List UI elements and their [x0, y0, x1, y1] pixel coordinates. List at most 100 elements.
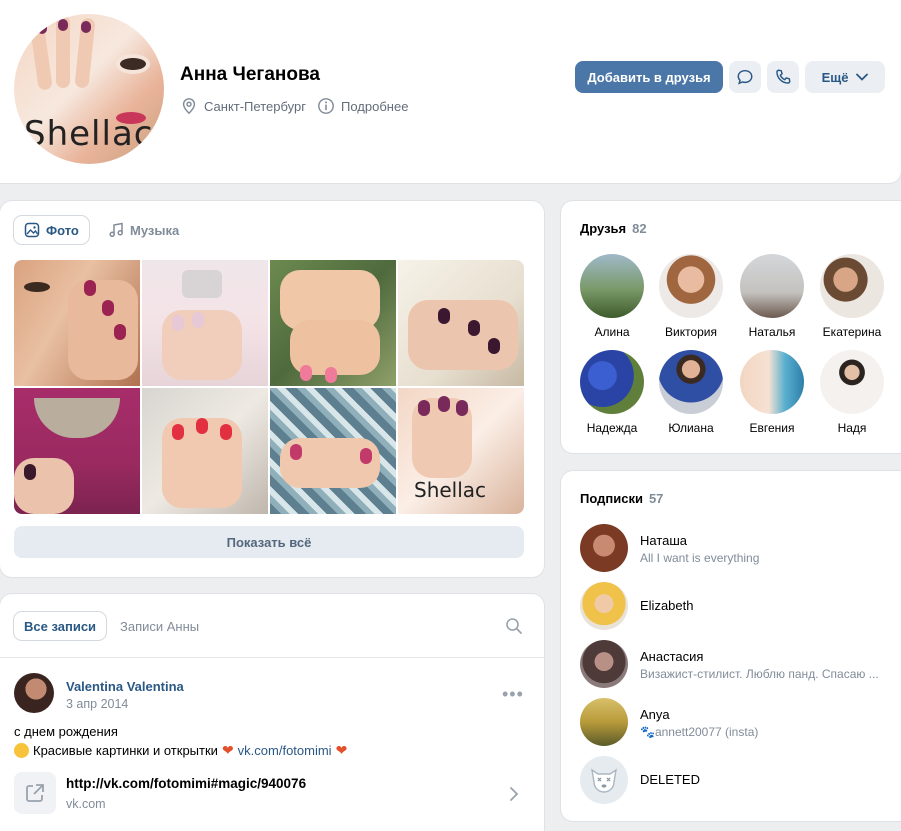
- subscription-name: DELETED: [640, 772, 700, 787]
- photo-thumbnail[interactable]: [270, 260, 396, 386]
- friend-item[interactable]: Надя: [812, 350, 892, 435]
- friend-item[interactable]: Надежда: [572, 350, 652, 435]
- post-link[interactable]: vk.com/fotomimi: [238, 743, 332, 758]
- heart-emoji-icon: ❤: [335, 742, 348, 758]
- subscription-item[interactable]: Anya 🐾annett20077 (insta): [580, 698, 900, 746]
- subscription-item[interactable]: DELETED: [580, 756, 900, 804]
- subscription-item[interactable]: Наташа All I want is everything: [580, 524, 900, 572]
- music-note-icon: [109, 222, 123, 238]
- post-author[interactable]: Valentina Valentina: [66, 679, 184, 694]
- subscription-avatar: [580, 524, 628, 572]
- subscription-item[interactable]: Elizabeth: [580, 582, 900, 630]
- message-button[interactable]: [729, 61, 761, 93]
- friend-item[interactable]: Евгения: [732, 350, 812, 435]
- phone-icon: [776, 69, 791, 84]
- friend-name: Надя: [837, 421, 867, 435]
- paw-emoji-icon: 🐾: [640, 725, 655, 739]
- post-text-line: Красивые картинки и открытки ❤ vk.com/fo…: [14, 742, 347, 759]
- heart-emoji-icon: ❤: [221, 742, 234, 758]
- attachment-title[interactable]: http://vk.com/fotomimi#magic/940076: [66, 776, 306, 791]
- post-text-2: Красивые картинки и открытки: [33, 743, 218, 758]
- subscription-name: Anya: [640, 707, 670, 722]
- friends-title[interactable]: Друзья 82: [580, 221, 647, 236]
- divider: [0, 657, 544, 658]
- friend-avatar: [659, 350, 723, 414]
- chevron-down-icon: [856, 73, 869, 81]
- details-link[interactable]: Подробнее: [317, 97, 408, 115]
- subscriptions-title-label: Подписки: [580, 491, 643, 506]
- subscription-status: Визажист-стилист. Люблю панд. Спасаю ...: [640, 667, 879, 681]
- subscriptions-count: 57: [648, 491, 664, 506]
- friend-name: Надежда: [586, 421, 638, 435]
- profile-avatar[interactable]: Shellac: [14, 14, 164, 164]
- photo-thumbnail[interactable]: Shellac: [398, 388, 524, 514]
- photo-thumbnail[interactable]: [270, 388, 396, 514]
- friend-item[interactable]: Екатерина: [812, 254, 892, 339]
- friend-name: Наталья: [748, 325, 796, 339]
- friend-item[interactable]: Алина: [572, 254, 652, 339]
- subscription-status-line: 🐾annett20077 (insta): [640, 725, 758, 739]
- subscription-avatar: [580, 698, 628, 746]
- add-friend-button[interactable]: Добавить в друзья: [575, 61, 723, 93]
- friend-avatar: [580, 350, 644, 414]
- subscription-avatar: [580, 640, 628, 688]
- photo-thumbnail[interactable]: [142, 260, 268, 386]
- tab-music-label: Музыка: [130, 222, 180, 238]
- chevron-right-icon[interactable]: [508, 786, 520, 802]
- friend-name: Евгения: [749, 421, 795, 435]
- subscription-status: All I want is everything: [640, 551, 760, 565]
- location-info: Санкт-Петербург: [180, 97, 306, 115]
- friend-avatar: [580, 254, 644, 318]
- post-date[interactable]: 3 апр 2014: [66, 697, 128, 711]
- avatar-text: Shellac: [24, 114, 154, 154]
- info-icon: [318, 98, 334, 114]
- message-icon: [737, 69, 753, 85]
- image-icon: [24, 222, 40, 238]
- photo-caption: Shellac: [414, 478, 487, 502]
- more-button[interactable]: Ещё: [805, 61, 885, 93]
- city-label: Санкт-Петербург: [204, 98, 306, 114]
- tab-own-posts[interactable]: Записи Анны: [110, 612, 209, 640]
- tab-photos-label: Фото: [46, 222, 79, 238]
- subscription-avatar: [580, 582, 628, 630]
- attachment-icon-box[interactable]: [14, 772, 56, 814]
- deleted-dog-icon: [591, 768, 617, 793]
- subscription-status: annett20077 (insta): [654, 725, 759, 739]
- tab-music[interactable]: Музыка: [98, 216, 189, 244]
- subscription-name: Наташа: [640, 533, 688, 548]
- subscription-name: Elizabeth: [640, 598, 694, 613]
- friend-name: Алина: [594, 325, 630, 339]
- friend-name: Виктория: [664, 325, 717, 339]
- photo-thumbnail[interactable]: [142, 388, 268, 514]
- photo-thumbnail[interactable]: [14, 388, 140, 514]
- attachment-domain: vk.com: [66, 797, 106, 811]
- tab-all-posts-label: Все записи: [24, 618, 97, 634]
- photo-thumbnail[interactable]: [14, 260, 140, 386]
- friend-name: Екатерина: [822, 325, 882, 339]
- photo-thumbnail[interactable]: [398, 260, 524, 386]
- photo-grid: Shellac: [14, 260, 524, 514]
- show-all-button[interactable]: Показать всё: [14, 526, 524, 558]
- subscriptions-title[interactable]: Подписки 57: [580, 491, 663, 506]
- profile-name: Анна Чеганова: [180, 64, 320, 85]
- details-label: Подробнее: [341, 98, 409, 114]
- location-pin-icon: [182, 98, 196, 115]
- tab-photos[interactable]: Фото: [14, 216, 89, 244]
- call-button[interactable]: [767, 61, 799, 93]
- subscription-item[interactable]: Анастасия Визажист-стилист. Люблю панд. …: [580, 640, 900, 688]
- friend-name: Юлиана: [668, 421, 714, 435]
- post-author-avatar[interactable]: [14, 673, 54, 713]
- friends-title-label: Друзья: [580, 221, 627, 236]
- friend-avatar: [740, 254, 804, 318]
- friend-avatar: [659, 254, 723, 318]
- friends-count: 82: [632, 221, 647, 236]
- friend-item[interactable]: Юлиана: [651, 350, 731, 435]
- subscription-name: Анастасия: [640, 649, 704, 664]
- friend-item[interactable]: Наталья: [732, 254, 812, 339]
- search-icon[interactable]: [505, 617, 523, 635]
- tab-all-posts[interactable]: Все записи: [14, 612, 107, 640]
- post-text: с днем рождения: [14, 724, 118, 739]
- post-more-icon[interactable]: •••: [502, 684, 524, 705]
- friend-item[interactable]: Виктория: [651, 254, 731, 339]
- friend-avatar: [820, 350, 884, 414]
